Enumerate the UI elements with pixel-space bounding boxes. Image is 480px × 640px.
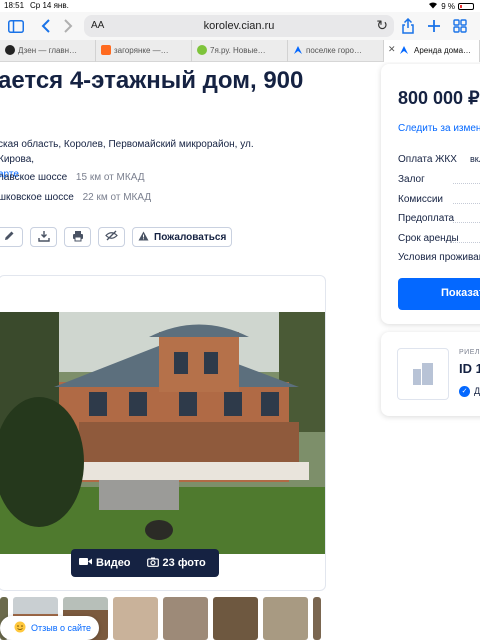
warning-icon xyxy=(138,231,149,244)
video-label: Видео xyxy=(96,557,131,569)
follow-price-link[interactable]: Следить за измене xyxy=(398,123,480,134)
highway-item: лавское шоссе 15 км от МКАД xyxy=(0,172,144,183)
condition-label: Залог xyxy=(398,174,425,185)
hide-button[interactable] xyxy=(98,227,125,247)
show-phone-button[interactable]: Показат xyxy=(398,278,480,310)
highway-distance: 22 км от МКАД xyxy=(82,192,152,203)
smile-icon xyxy=(14,621,26,635)
print-button[interactable] xyxy=(64,227,91,247)
sidebar-toggle-icon[interactable] xyxy=(6,16,26,36)
highway-name: шковское шоссе xyxy=(0,192,74,203)
leader-dots xyxy=(453,203,480,204)
agent-role: РИЕЛ xyxy=(459,349,480,356)
battery-icon xyxy=(458,2,474,10)
photos-button[interactable]: 23 фото xyxy=(139,557,214,570)
tab-label: 7я.ру. Новые… xyxy=(210,46,266,55)
leader-dots xyxy=(453,242,480,243)
print-icon xyxy=(72,230,84,245)
highway-item: шковское шоссе 22 км от МКАД xyxy=(0,192,151,203)
house-photo[interactable] xyxy=(0,312,325,554)
agent-id[interactable]: ID 1 xyxy=(459,361,480,376)
tab-label: поселке горо… xyxy=(306,46,362,55)
photo-thumbnail[interactable] xyxy=(213,597,258,640)
condition-row: Комиссии xyxy=(398,194,480,208)
condition-row: Оплата ЖКХ вкл xyxy=(398,154,480,168)
site-review-button[interactable]: Отзыв о сайте xyxy=(0,616,100,640)
highway-distance: 15 км от МКАД xyxy=(75,172,145,183)
tab-arenda[interactable]: ✕ Аренда дома… xyxy=(384,40,480,62)
tab-dzen[interactable]: Дзен — главн… xyxy=(0,40,96,62)
leader-dots xyxy=(453,222,480,223)
status-bar: 18:51 Ср 14 янв. 9 % xyxy=(0,0,480,12)
status-date: Ср 14 янв. xyxy=(30,1,69,10)
share-icon[interactable] xyxy=(398,16,418,36)
condition-label: Предоплата xyxy=(398,213,455,224)
tab-zagoryanka[interactable]: загорянке —… xyxy=(96,40,192,62)
download-button[interactable] xyxy=(30,227,57,247)
price-value: 800 000 ₽ xyxy=(398,88,480,108)
condition-value: вкл xyxy=(468,154,480,164)
price-card: 800 000 ₽ Следить за измене Оплата ЖКХ в… xyxy=(381,64,480,324)
report-label: Пожаловаться xyxy=(154,231,227,243)
photo-thumbnail[interactable] xyxy=(263,597,308,640)
agent-avatar[interactable] xyxy=(397,348,449,400)
highway-name: лавское шоссе xyxy=(0,172,68,183)
back-icon[interactable] xyxy=(36,16,56,36)
tab-7ya[interactable]: 7я.ру. Новые… xyxy=(192,40,288,62)
tab-poselok[interactable]: поселке горо… xyxy=(288,40,384,62)
close-tab-icon[interactable]: ✕ xyxy=(388,44,396,55)
photo-thumbnail[interactable] xyxy=(313,597,321,640)
site-icon xyxy=(197,45,207,55)
verified-icon: ✓ xyxy=(459,386,470,397)
listing-title: ается 4-этажный дом, 900 xyxy=(0,67,304,94)
agent-card: РИЕЛ ID 1 ✓ Д xyxy=(381,332,480,416)
cian-icon xyxy=(399,45,409,55)
tab-label: Дзен — главн… xyxy=(18,46,78,55)
address-bar[interactable]: AA korolev.cian.ru ↻ xyxy=(84,15,394,37)
cian-icon xyxy=(293,45,303,55)
listing-actions: Пожаловаться xyxy=(0,227,233,247)
tab-label: загорянке —… xyxy=(114,46,169,55)
site-icon xyxy=(101,45,111,55)
edit-button[interactable] xyxy=(0,227,23,247)
review-label: Отзыв о сайте xyxy=(31,623,92,633)
condition-label: Комиссии xyxy=(398,194,444,205)
eye-off-icon xyxy=(105,230,118,244)
report-button[interactable]: Пожаловаться xyxy=(132,227,233,247)
condition-label: Условия проживан xyxy=(398,252,480,263)
tab-bar: Дзен — главн… загорянке —… 7я.ру. Новые…… xyxy=(0,40,480,62)
url-text[interactable]: korolev.cian.ru xyxy=(84,20,394,32)
photo-gallery[interactable] xyxy=(0,275,326,591)
status-time: 18:51 xyxy=(4,1,25,10)
camera-icon xyxy=(146,557,159,570)
new-tab-icon[interactable] xyxy=(424,16,444,36)
condition-row: Срок аренды xyxy=(398,233,480,247)
forward-icon[interactable] xyxy=(58,16,78,36)
video-camera-icon xyxy=(79,557,92,569)
tab-label: Аренда дома… xyxy=(414,46,472,55)
condition-row: Условия проживан xyxy=(398,252,480,266)
tab-overview-icon[interactable] xyxy=(450,16,470,36)
page-content: ается 4-этажный дом, 900 ская область, К… xyxy=(0,62,480,640)
download-icon xyxy=(37,230,50,245)
condition-row: Залог xyxy=(398,174,480,188)
pencil-icon xyxy=(4,230,15,244)
leader-dots xyxy=(453,183,480,184)
condition-row: Предоплата xyxy=(398,213,480,227)
browser-toolbar: AA korolev.cian.ru ↻ xyxy=(0,12,480,40)
condition-label: Срок аренды xyxy=(398,233,459,244)
verified-text: Д xyxy=(474,386,480,396)
condition-label: Оплата ЖКХ xyxy=(398,154,457,165)
reload-icon[interactable]: ↻ xyxy=(376,17,388,34)
photos-label: 23 фото xyxy=(162,557,206,569)
wifi-icon xyxy=(428,1,438,11)
media-bar: Видео 23 фото xyxy=(71,549,219,577)
address-text: ская область, Королев, Первомайский микр… xyxy=(0,139,254,165)
photo-thumbnail[interactable] xyxy=(163,597,208,640)
dzen-icon xyxy=(5,45,15,55)
video-button[interactable]: Видео xyxy=(71,557,139,569)
battery-percent: 9 % xyxy=(441,1,455,11)
photo-thumbnail[interactable] xyxy=(113,597,158,640)
